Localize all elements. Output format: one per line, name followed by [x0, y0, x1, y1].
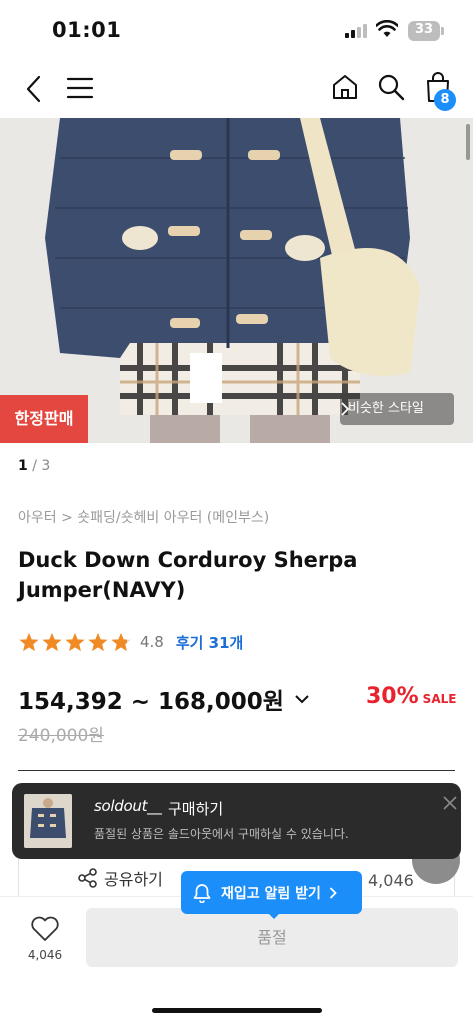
category-breadcrumb[interactable]: 아우터 > 숏패딩/숏헤비 아우터 (메인부스): [18, 507, 269, 527]
restock-alert-label: 재입고 알림 받기: [221, 885, 321, 902]
price-range[interactable]: 154,392 ~ 168,000원: [18, 682, 310, 716]
price-range-text: 154,392 ~ 168,000원: [18, 689, 284, 715]
home-icon[interactable]: [330, 72, 360, 102]
pager-current: 1: [18, 458, 28, 474]
top-nav: 8: [0, 60, 473, 118]
product-title: Duck Down Corduroy Sherpa Jumper(NAVY): [18, 548, 358, 602]
signal-icon: [345, 24, 367, 38]
similar-style-button[interactable]: 비슷한 스타일: [340, 393, 454, 425]
toast-description: 품절된 상품은 솔드아웃에서 구매하실 수 있습니다.: [94, 827, 349, 841]
like-button[interactable]: 4,046: [26, 916, 64, 962]
share-button[interactable]: 공유하기: [78, 866, 163, 890]
status-bar: 01:01 33: [0, 0, 473, 60]
battery-level: 33: [414, 22, 434, 37]
chevron-down-icon[interactable]: [294, 693, 310, 705]
pager-total: 3: [41, 458, 51, 474]
chevron-right-icon: [329, 886, 337, 899]
restock-tooltip-tail: [267, 912, 281, 919]
battery-tip: [441, 27, 444, 35]
chevron-right-icon: [341, 402, 350, 416]
heart-icon: [31, 916, 59, 941]
limited-sale-badge: 한정판매: [0, 395, 88, 443]
like-count-row: 4,046: [368, 871, 414, 890]
toast-brand: soldout__: [94, 797, 162, 815]
status-time: 01:01: [52, 18, 122, 42]
image-pager: 1 / 3: [18, 458, 50, 474]
sale-label: SALE: [422, 692, 457, 706]
bell-icon: [193, 883, 211, 903]
battery-icon: 33: [408, 21, 440, 41]
similar-style-label: 비슷한 스타일: [348, 401, 424, 416]
rating-score: 4.8: [140, 633, 164, 651]
search-icon[interactable]: [376, 72, 406, 102]
restock-alert-button[interactable]: 재입고 알림 받기: [181, 871, 362, 914]
menu-icon[interactable]: [66, 76, 94, 100]
back-icon[interactable]: [22, 74, 46, 104]
close-icon[interactable]: [442, 795, 458, 811]
star-icon: [19, 632, 39, 652]
star-icon: [65, 632, 85, 652]
cart-count-badge: 8: [434, 89, 456, 111]
share-icon: [78, 868, 97, 888]
section-divider: [18, 770, 455, 771]
toast-buy-label: 구매하기: [168, 800, 224, 818]
star-icon: [111, 632, 131, 652]
share-label: 공유하기: [104, 870, 163, 889]
product-image-carousel[interactable]: 한정판매 비슷한 스타일: [0, 118, 473, 443]
rating-row[interactable]: 4.8 후기 31개: [18, 630, 243, 654]
soldout-toast[interactable]: soldout__ 구매하기 품절된 상품은 솔드아웃에서 구매하실 수 있습니…: [12, 783, 461, 859]
discount-badge: 30% SALE: [366, 684, 456, 709]
toast-product-photo: [24, 794, 72, 848]
scroll-indicator: [466, 124, 470, 160]
pager-separator: /: [27, 458, 42, 474]
review-count-link[interactable]: 후기 31개: [176, 632, 244, 653]
star-icon: [42, 632, 62, 652]
toast-product-thumbnail: [24, 794, 72, 848]
original-price: 240,000원: [18, 726, 104, 746]
wifi-icon: [376, 20, 398, 37]
home-indicator[interactable]: [152, 1008, 322, 1013]
discount-percent: 30%: [366, 684, 419, 709]
star-icon: [88, 632, 108, 652]
star-rating: [18, 631, 132, 653]
like-count: 4,046: [27, 948, 63, 962]
